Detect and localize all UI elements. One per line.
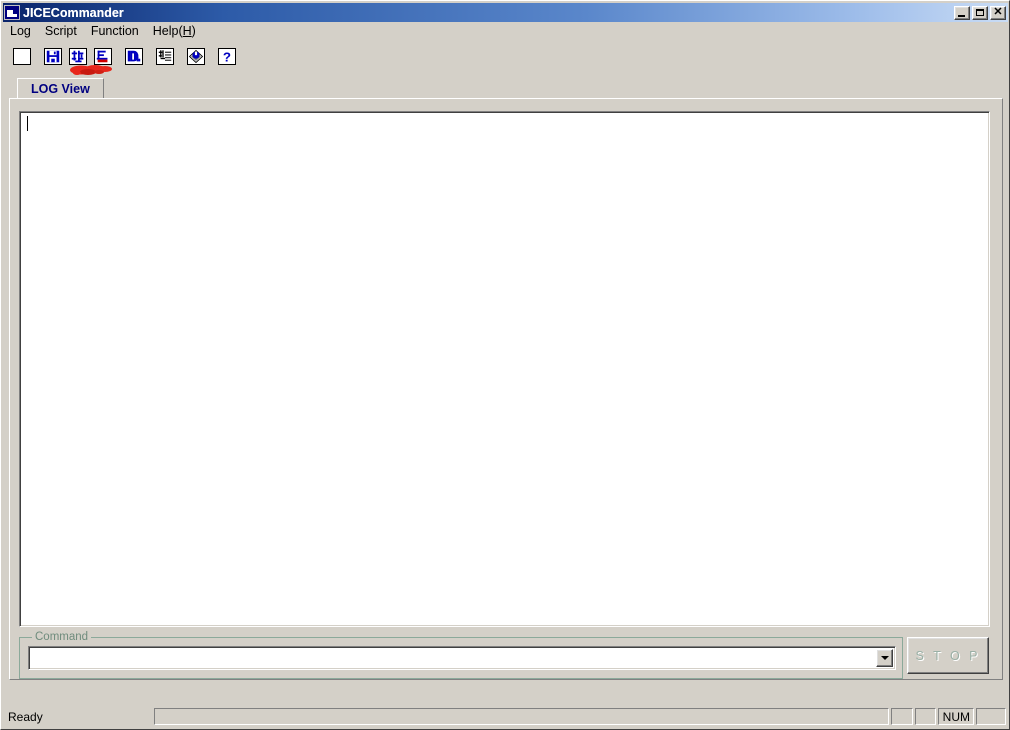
menu-item-script[interactable]: Script xyxy=(38,23,84,40)
status-pane-3 xyxy=(914,708,937,725)
status-bar: Ready NUM xyxy=(3,706,1008,727)
toolbar-button-jice-connect[interactable] xyxy=(66,44,90,68)
log-view-textarea[interactable] xyxy=(19,111,990,627)
app-icon xyxy=(4,5,20,20)
application-window: JICECommander ✕ Log Script Function Help… xyxy=(0,0,1010,730)
menu-bar: Log Script Function Help(H) xyxy=(3,23,1008,41)
maximize-button[interactable] xyxy=(972,5,988,20)
stop-button[interactable]: S T O P xyxy=(907,637,989,674)
menu-item-help[interactable]: Help(H) xyxy=(146,23,203,40)
menu-item-help-accel: H xyxy=(182,24,192,38)
command-group-label: Command xyxy=(32,631,92,643)
minimize-button[interactable] xyxy=(954,5,970,20)
window-controls: ✕ xyxy=(954,5,1006,20)
toolbar-button-download-d[interactable] xyxy=(122,44,146,68)
close-button[interactable]: ✕ xyxy=(990,5,1006,20)
jice-file-icon xyxy=(94,47,112,65)
chevron-down-icon[interactable] xyxy=(876,649,893,667)
toolbar: ? xyxy=(3,41,1008,71)
toolbar-button-help-question[interactable]: ? xyxy=(215,44,239,68)
menu-item-function[interactable]: Function xyxy=(84,23,146,40)
status-pane-1 xyxy=(153,708,889,725)
target-diamond-icon xyxy=(187,47,205,65)
status-num-indicator: NUM xyxy=(938,708,975,725)
title-bar[interactable]: JICECommander ✕ xyxy=(3,3,1008,22)
command-input[interactable] xyxy=(29,647,876,669)
help-question-icon: ? xyxy=(218,47,236,65)
status-pane-4 xyxy=(976,708,1006,725)
toolbar-button-script-list[interactable] xyxy=(153,44,177,68)
tab-log-view[interactable]: LOG View xyxy=(17,78,104,99)
script-list-icon xyxy=(156,47,174,65)
svg-text:?: ? xyxy=(223,49,231,64)
menu-item-log[interactable]: Log xyxy=(3,23,38,40)
menu-item-help-text: Help( xyxy=(152,24,183,38)
toolbar-button-target-diamond[interactable] xyxy=(184,44,208,68)
new-document-icon xyxy=(13,47,31,65)
status-pane-2 xyxy=(890,708,913,725)
window-title: JICECommander xyxy=(23,5,124,20)
download-d-icon xyxy=(125,47,143,65)
menu-item-help-suffix: ) xyxy=(191,24,196,38)
save-floppy-icon xyxy=(44,47,62,65)
toolbar-button-jice-file[interactable] xyxy=(91,44,115,68)
tab-strip: LOG View xyxy=(9,78,1001,99)
status-message: Ready xyxy=(8,709,43,724)
toolbar-button-save-floppy[interactable] xyxy=(41,44,65,68)
toolbar-button-new-document[interactable] xyxy=(10,44,34,68)
command-combobox[interactable] xyxy=(28,646,896,670)
jice-connect-icon xyxy=(69,47,87,65)
text-caret xyxy=(27,116,28,131)
